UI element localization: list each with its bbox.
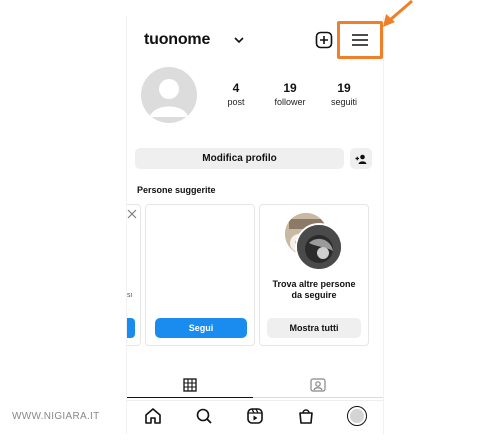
watermark: WWW.NIGIARA.IT xyxy=(12,411,100,422)
profile-avatar-icon xyxy=(347,405,368,426)
close-icon[interactable] xyxy=(127,209,137,219)
follow-button-partial[interactable] xyxy=(127,318,135,338)
shop-icon xyxy=(299,408,313,424)
nav-profile[interactable] xyxy=(347,405,368,426)
find-more-text: Trova altre persone da seguire xyxy=(272,279,356,300)
annotation-arrow-icon xyxy=(383,0,413,27)
suggested-heading: Persone suggerite xyxy=(137,185,216,195)
stat-posts[interactable]: 4 post xyxy=(208,81,264,107)
follow-button[interactable]: Segui xyxy=(155,318,247,338)
profile-avatar[interactable] xyxy=(141,67,197,123)
show-all-button[interactable]: Mostra tutti xyxy=(267,318,361,338)
suggestion-card-text: si xyxy=(127,292,133,299)
nav-reels[interactable] xyxy=(245,406,265,426)
profile-username[interactable]: tuonome xyxy=(144,31,210,49)
tab-tagged[interactable] xyxy=(253,372,383,398)
bottom-navigation xyxy=(127,400,383,430)
stat-value: 19 xyxy=(337,81,351,95)
nav-shop[interactable] xyxy=(296,406,316,426)
suggested-avatar xyxy=(295,223,343,271)
stat-following[interactable]: 19 seguiti xyxy=(316,81,372,107)
tab-posts-grid[interactable] xyxy=(127,372,253,398)
nav-home[interactable] xyxy=(143,406,163,426)
menu-button[interactable] xyxy=(337,21,383,59)
search-icon xyxy=(196,408,212,424)
avatar-placeholder-icon xyxy=(150,79,188,117)
nav-search[interactable] xyxy=(194,406,214,426)
discover-people-button[interactable] xyxy=(350,148,372,169)
plus-square-icon[interactable] xyxy=(315,31,333,49)
stat-value: 19 xyxy=(283,81,297,95)
hamburger-menu-icon xyxy=(352,34,368,46)
edit-profile-button[interactable]: Modifica profilo xyxy=(135,148,344,169)
stat-label: post xyxy=(227,97,245,107)
stat-value: 4 xyxy=(232,81,240,95)
tagged-icon xyxy=(310,377,326,392)
home-icon xyxy=(144,407,161,424)
stat-label: seguiti xyxy=(330,97,357,107)
add-person-icon xyxy=(355,154,367,164)
stat-followers[interactable]: 19 follower xyxy=(262,81,318,107)
reels-icon xyxy=(247,407,263,424)
grid-icon xyxy=(183,377,197,392)
chevron-down-icon[interactable] xyxy=(232,33,246,47)
stat-label: follower xyxy=(274,97,306,107)
